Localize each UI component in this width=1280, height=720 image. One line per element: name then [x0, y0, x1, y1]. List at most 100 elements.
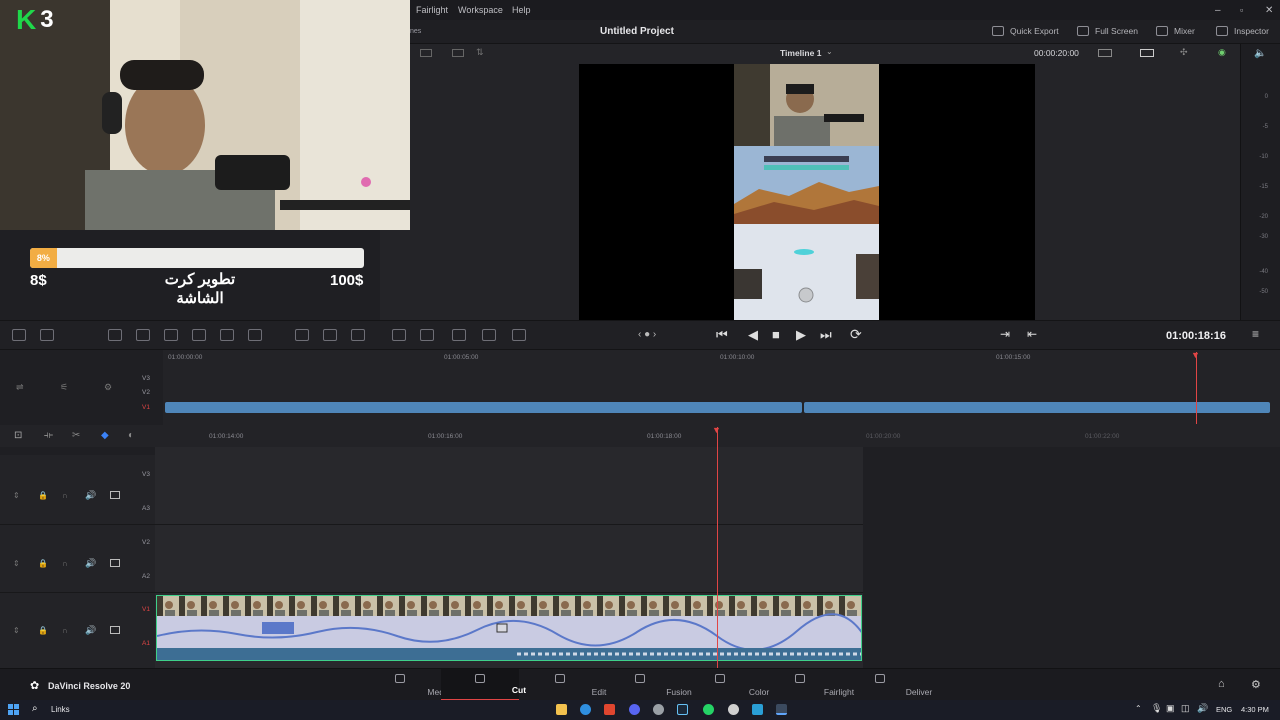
whatsapp-icon[interactable]	[703, 704, 714, 715]
monitor-icon[interactable]	[110, 559, 120, 567]
language-indicator[interactable]: ENG	[1216, 705, 1232, 714]
page-tab-cut[interactable]: Cut	[441, 669, 526, 701]
resolve-taskbar-icon[interactable]	[776, 704, 787, 715]
options-icon[interactable]: ≡	[1252, 327, 1259, 341]
prev-edit-icon[interactable]: ‹ ● ›	[638, 329, 656, 340]
viewer-split-icon[interactable]: ⇅	[476, 47, 484, 58]
chrome-icon[interactable]	[653, 704, 664, 715]
razor-icon[interactable]: ✂	[72, 430, 80, 441]
lock-icon[interactable]: 🔒	[38, 491, 48, 500]
network-icon[interactable]: ◫	[1181, 703, 1190, 714]
retime-icon[interactable]	[351, 329, 365, 341]
safe-area-icon[interactable]	[1098, 49, 1112, 57]
mark-out-icon[interactable]: ⇤	[1027, 327, 1037, 341]
trim-icon[interactable]	[220, 329, 234, 341]
color-wheel-icon[interactable]: ◉	[1218, 47, 1226, 58]
export-clip-icon[interactable]	[512, 329, 526, 341]
move-icon[interactable]: ⇕	[13, 559, 20, 568]
lower-timeline[interactable]: ⊡ ⟛ ✂ ◆ ◐ 01:00:14:00 01:00:16:00 01:00:…	[0, 425, 1280, 668]
upper-timeline[interactable]: ⇌ ⚟ ⚙ 01:00:00:00 01:00:05:00 01:00:10:0…	[0, 350, 1280, 425]
audio-waveform-icon[interactable]: ◐	[128, 430, 134, 441]
append-icon[interactable]	[40, 329, 54, 341]
inspector-button[interactable]: Inspector	[1216, 26, 1269, 36]
headphones-icon[interactable]: ∩	[62, 559, 68, 568]
page-tab-fairlight[interactable]: Fairlight	[761, 669, 854, 701]
tray-chevron-icon[interactable]: ⌃	[1135, 704, 1142, 713]
page-tab-fusion[interactable]: Fusion	[601, 669, 692, 701]
discord-icon[interactable]	[629, 704, 640, 715]
app-icon[interactable]	[752, 704, 763, 715]
zoom-fit-icon[interactable]: ⊡	[14, 430, 22, 441]
play-icon[interactable]: ▶	[796, 327, 806, 343]
page-tab-color[interactable]: Color	[681, 669, 769, 701]
minimize-icon[interactable]: –	[1215, 5, 1221, 16]
playhead-marker-icon[interactable]: ▼	[712, 425, 721, 435]
mixer-button[interactable]: Mixer	[1156, 26, 1195, 36]
ripple-overwrite-icon[interactable]	[108, 329, 122, 341]
timeline-clip[interactable]	[804, 402, 1270, 413]
transform-icon[interactable]	[248, 329, 262, 341]
text-icon[interactable]	[323, 329, 337, 341]
display-mode-icon[interactable]	[1140, 49, 1154, 57]
source-overwrite-icon[interactable]	[192, 329, 206, 341]
display-icon[interactable]: ▣	[1166, 703, 1175, 714]
close-up-icon[interactable]	[136, 329, 150, 341]
start-icon[interactable]	[8, 704, 19, 715]
split-icon[interactable]: ⟛	[44, 430, 53, 441]
smart-insert-icon[interactable]	[12, 329, 26, 341]
chevron-down-icon[interactable]: ⌄	[826, 47, 833, 56]
playhead-marker-icon[interactable]: ▼	[1191, 350, 1200, 360]
jump-end-icon[interactable]: ⏭	[820, 327, 832, 343]
timeline-name[interactable]: Timeline 1	[780, 48, 821, 58]
v1-clip[interactable]	[156, 595, 862, 661]
home-icon[interactable]: ⌂	[1218, 678, 1225, 690]
edge-icon[interactable]	[580, 704, 591, 715]
track-settings-icon[interactable]: ⚙	[104, 382, 112, 393]
lock-icon[interactable]: 🔒	[38, 626, 48, 635]
lock-icon[interactable]: 🔒	[38, 559, 48, 568]
upper-playhead[interactable]	[1196, 352, 1197, 424]
obs-icon[interactable]	[728, 704, 739, 715]
snapping-icon[interactable]: ◆	[101, 430, 109, 441]
menu-fairlight[interactable]: Fairlight	[416, 5, 448, 15]
mark-in-icon[interactable]: ⇥	[1000, 327, 1010, 341]
search-icon[interactable]: ⌕	[32, 703, 38, 714]
quick-export-button[interactable]: Quick Export	[992, 26, 1059, 36]
viewer-mode-icon[interactable]	[420, 49, 432, 57]
audio-mixer-icon[interactable]	[392, 329, 406, 341]
track-lock-icon[interactable]: ⇌	[16, 382, 24, 393]
page-tab-deliver[interactable]: Deliver	[841, 669, 932, 701]
mic-icon[interactable]: 🎙	[1151, 703, 1162, 714]
clock[interactable]: 4:30 PM	[1241, 705, 1269, 714]
full-screen-button[interactable]: Full Screen	[1077, 26, 1138, 36]
move-icon[interactable]: ⇕	[13, 491, 20, 500]
volume-icon[interactable]: 🔊	[85, 625, 96, 636]
page-tab-edit[interactable]: Edit	[521, 669, 606, 701]
volume-tray-icon[interactable]: 🔊	[1197, 703, 1208, 714]
maximize-icon[interactable]: ▫	[1240, 5, 1243, 15]
close-icon[interactable]: ✕	[1265, 5, 1273, 16]
monitor-icon[interactable]	[110, 626, 120, 634]
steam-icon[interactable]	[677, 704, 688, 715]
volume-icon[interactable]: 🔊	[85, 490, 96, 501]
captions-icon[interactable]	[482, 329, 496, 341]
brave-icon[interactable]	[604, 704, 615, 715]
dynamic-zoom-icon[interactable]	[295, 329, 309, 341]
menu-workspace[interactable]: Workspace	[458, 5, 503, 15]
menu-help[interactable]: Help	[512, 5, 531, 15]
scene-detect-icon[interactable]	[452, 329, 466, 341]
viewer-layout-icon[interactable]	[452, 49, 464, 57]
audio-track-icon[interactable]: ⚟	[60, 382, 68, 393]
headphones-icon[interactable]: ∩	[62, 491, 68, 500]
search-label[interactable]: Links	[51, 705, 70, 714]
jump-start-icon[interactable]: ⏮	[716, 327, 728, 343]
stop-icon[interactable]: ■	[772, 327, 780, 342]
monitor-icon[interactable]	[110, 491, 120, 499]
effects-icon[interactable]: ✣	[1180, 47, 1188, 58]
loop-icon[interactable]: ⟳	[850, 326, 862, 343]
settings-gear-icon[interactable]: ⚙	[1251, 678, 1261, 691]
volume-icon[interactable]: 🔊	[85, 558, 96, 569]
file-explorer-icon[interactable]	[556, 704, 567, 715]
play-reverse-icon[interactable]: ◀	[748, 327, 758, 343]
headphones-icon[interactable]: ∩	[62, 626, 68, 635]
